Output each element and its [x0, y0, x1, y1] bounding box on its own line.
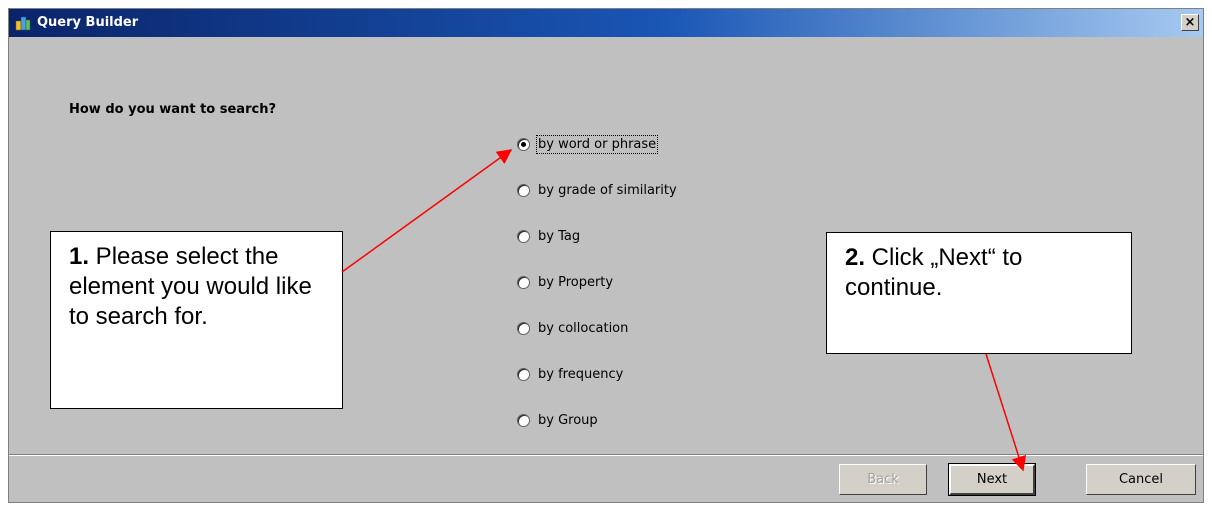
- annotation-arrows: [341, 149, 1027, 472]
- arrow-to-next-button: [985, 353, 1027, 472]
- arrow-to-first-option: [341, 149, 513, 273]
